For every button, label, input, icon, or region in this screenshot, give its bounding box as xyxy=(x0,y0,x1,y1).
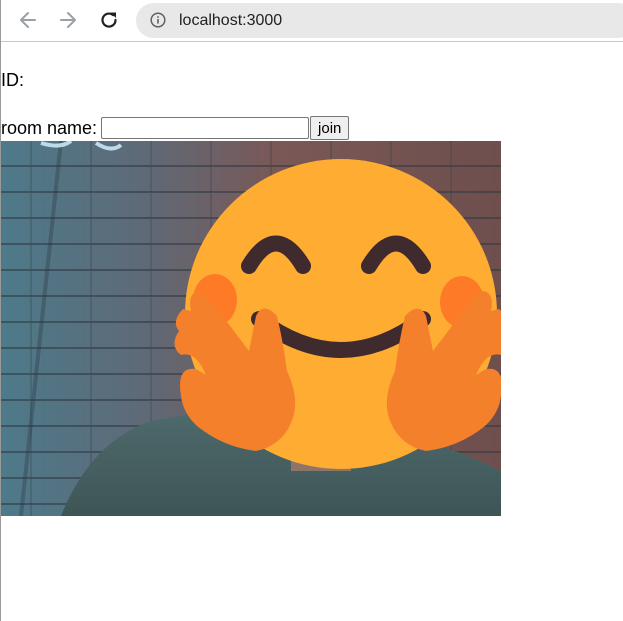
room-form: room name: join xyxy=(1,115,350,141)
reload-icon xyxy=(101,12,117,28)
arrow-left-icon xyxy=(20,12,36,28)
local-video xyxy=(1,141,501,516)
info-icon[interactable] xyxy=(150,12,166,28)
reload-button[interactable] xyxy=(95,6,123,34)
video-frame xyxy=(1,141,501,516)
forward-button[interactable] xyxy=(54,6,82,34)
room-name-label: room name: xyxy=(1,117,98,138)
back-button[interactable] xyxy=(14,6,42,34)
address-bar[interactable]: localhost:3000 xyxy=(136,3,623,38)
arrow-right-icon xyxy=(60,12,76,28)
browser-toolbar: localhost:3000 xyxy=(0,0,623,42)
url-text: localhost:3000 xyxy=(179,12,283,29)
join-button[interactable]: join xyxy=(310,116,350,140)
id-label: ID: xyxy=(1,70,25,90)
room-name-input[interactable] xyxy=(101,117,310,139)
